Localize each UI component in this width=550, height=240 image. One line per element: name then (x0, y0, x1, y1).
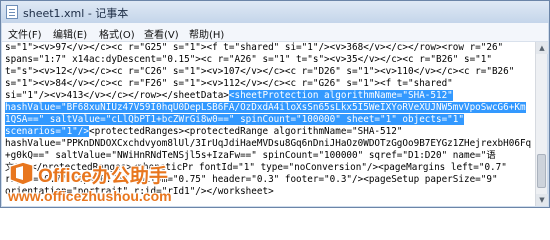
scroll-up-arrow-icon[interactable]: ▲ (536, 42, 548, 54)
office-watermark: Office办公助手 www.officezhushou.com (6, 160, 266, 206)
selected-text: 1QSA==" saltValue="cLlQbPT1+bcZWrGi8w0==… (5, 114, 464, 125)
editor-line: spans="1:7" x14ac:dyDescent="0.15"><c r=… (5, 54, 492, 65)
menu-format[interactable]: 格式(O) (99, 26, 135, 41)
menu-bar: 文件(F) 编辑(E) 格式(O) 查看(V) 帮助(H) (2, 23, 548, 42)
menu-edit[interactable]: 编辑(E) (53, 26, 87, 41)
menu-view[interactable]: 查看(V) (144, 26, 179, 41)
selected-text: scenarios="1"/> (5, 126, 89, 137)
watermark-title: Office办公助手 (38, 166, 168, 187)
title-bar[interactable]: sheet1.xml - 记事本 (1, 1, 549, 23)
editor-line: t="s"><v>12</v></c><c r="C26" s="1"><v>1… (5, 66, 515, 77)
scroll-thumb[interactable] (537, 154, 546, 188)
editor-line-selected: 1QSA==" saltValue="cLlQbPT1+bcZWrGi8w0==… (5, 114, 464, 126)
selected-text: <sheetProtection algorithmName="SHA-512" (228, 90, 453, 101)
notepad-icon (6, 5, 18, 19)
scroll-down-arrow-icon[interactable]: ▼ (536, 194, 548, 206)
watermark-url: www.officezhushou.com (8, 188, 172, 204)
line-text: <protectedRanges><protectedRange algorit… (88, 126, 403, 137)
line-text: si="1"/><v>413</v></c></row></sheetData> (5, 90, 229, 101)
menu-file[interactable]: 文件(F) (8, 26, 42, 41)
vertical-scrollbar[interactable]: ▲ ▼ (535, 42, 548, 206)
editor-line: s="1"><v>84</v></c><c r="F26" s="1"><v>1… (5, 78, 453, 89)
menu-help[interactable]: 帮助(H) (189, 26, 224, 41)
selected-text: hashValue="BF68xuNIUz47V59I0hqU0DepLSB6F… (5, 102, 526, 113)
editor-line-with-selection: si="1"/><v>413</v></c></row></sheetData>… (5, 90, 453, 102)
office-logo-icon (9, 161, 34, 186)
editor-line: s="1"><v>97</v></c><c r="G25" s="1"><f t… (5, 42, 504, 53)
editor-line: hashValue="PPKnDNDOXCxchdvyom8lUl/3IrUqJ… (5, 138, 532, 149)
editor-line-selected: hashValue="BF68xuNIUz47V59I0hqU0DepLSB6F… (5, 102, 526, 114)
window-title: sheet1.xml - 记事本 (23, 7, 129, 20)
editor-line: scenarios="1"/><protectedRanges><protect… (5, 126, 402, 138)
